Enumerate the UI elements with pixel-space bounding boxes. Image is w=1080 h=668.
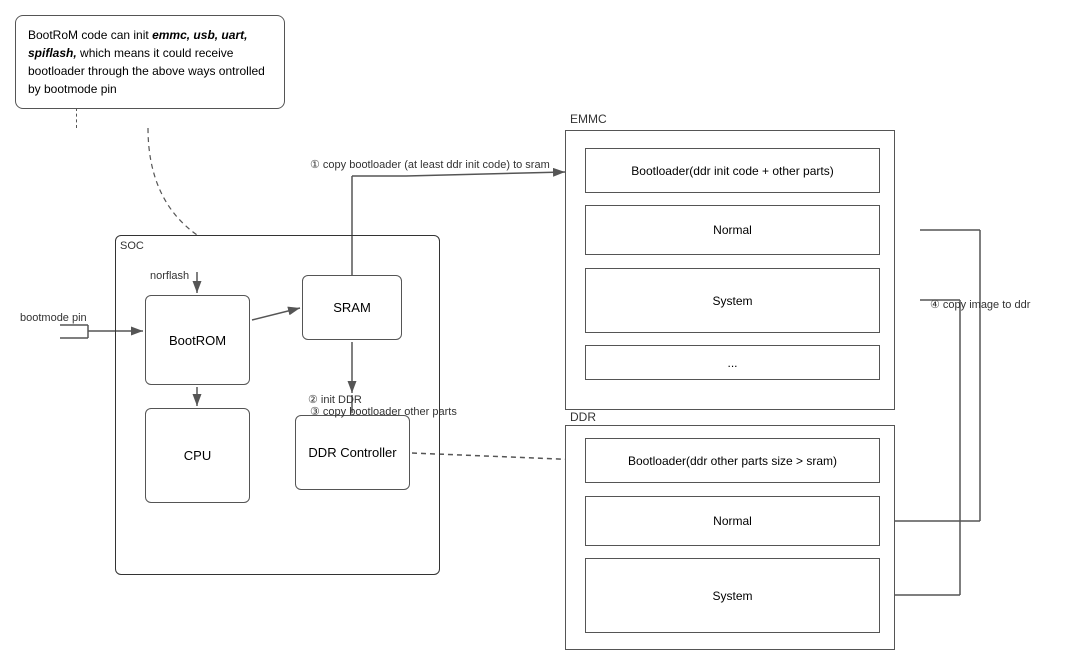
ddr-label: DDR [570, 410, 596, 424]
emmc-normal-label: Normal [713, 223, 752, 237]
cpu-label: CPU [184, 448, 211, 463]
ddr-controller-box: DDR Controller [295, 415, 410, 490]
ddr-bootloader-label: Bootloader(ddr other parts size > sram) [628, 454, 837, 468]
emmc-label: EMMC [570, 112, 607, 126]
sram-label: SRAM [333, 300, 371, 315]
step1-label: ① copy bootloader (at least ddr init cod… [310, 158, 550, 171]
bootrom-label: BootROM [169, 333, 226, 348]
emmc-normal-box: Normal [585, 205, 880, 255]
emmc-dots-box: ... [585, 345, 880, 380]
ddr-controller-label: DDR Controller [308, 445, 396, 460]
norflash-label: norflash [150, 270, 189, 282]
cpu-box: CPU [145, 408, 250, 503]
emmc-bootloader-label: Bootloader(ddr init code + other parts) [631, 164, 833, 178]
ddr-bootloader-box: Bootloader(ddr other parts size > sram) [585, 438, 880, 483]
callout-box: BootRoM code can init emmc, usb, uart, s… [15, 15, 285, 109]
bootmode-pin-label: bootmode pin [20, 312, 87, 324]
bootrom-box: BootROM [145, 295, 250, 385]
sram-box: SRAM [302, 275, 402, 340]
emmc-system-label: System [712, 294, 752, 308]
emmc-bootloader-box: Bootloader(ddr init code + other parts) [585, 148, 880, 193]
emmc-dots-label: ... [727, 356, 737, 370]
step4-label: ④ copy image to ddr [930, 298, 1030, 311]
diagram-container: BootRoM code can init emmc, usb, uart, s… [0, 0, 1080, 668]
ddr-system-box: System [585, 558, 880, 633]
ddr-system-label: System [712, 589, 752, 603]
emmc-system-box: System [585, 268, 880, 333]
ddr-normal-box: Normal [585, 496, 880, 546]
callout-text: BootRoM code can init emmc, usb, uart, s… [28, 28, 265, 96]
step3-annotation: ③ copy bootloader other parts [310, 405, 457, 418]
ddr-normal-label: Normal [713, 514, 752, 528]
